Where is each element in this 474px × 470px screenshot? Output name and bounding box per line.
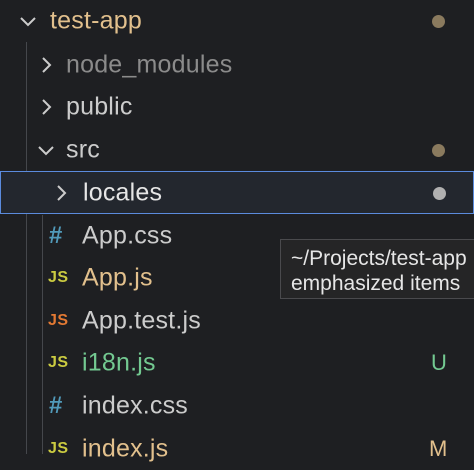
chevron-down-icon bbox=[18, 11, 38, 31]
css-file-icon: # bbox=[49, 392, 63, 419]
chevron-right-icon bbox=[36, 97, 56, 117]
js-file-icon: JS bbox=[48, 354, 69, 371]
tree-item-label: i18n.js bbox=[82, 348, 156, 377]
tree-item-label: index.js bbox=[82, 434, 169, 463]
tree-item-i18n-js[interactable]: JS i18n.js U bbox=[0, 342, 474, 384]
tree-item-label: node_modules bbox=[66, 50, 233, 79]
file-explorer-tree: test-app node_modules public src locales bbox=[0, 0, 474, 463]
modified-dot-icon bbox=[432, 15, 445, 28]
tooltip-description: emphasized items bbox=[291, 272, 461, 295]
tree-item-index-css[interactable]: # index.css bbox=[0, 385, 474, 427]
tree-item-label: App.test.js bbox=[82, 306, 201, 335]
dot-icon bbox=[433, 186, 446, 200]
tree-item-label: App.css bbox=[82, 221, 173, 250]
chevron-down-icon bbox=[36, 140, 56, 160]
tooltip-path: ~/Projects/test-app bbox=[291, 247, 467, 270]
tree-item-index-js[interactable]: JS index.js M bbox=[0, 428, 474, 470]
tree-item-label: public bbox=[66, 92, 133, 121]
tree-item-node-modules[interactable]: node_modules bbox=[0, 44, 474, 86]
tree-item-src[interactable]: src bbox=[0, 129, 474, 171]
explorer-root-label: test-app bbox=[50, 6, 142, 35]
tree-item-label: App.js bbox=[82, 263, 153, 292]
js-file-icon: JS bbox=[48, 440, 69, 457]
tree-item-label: locales bbox=[83, 178, 163, 206]
js-test-file-icon: JS bbox=[48, 312, 69, 329]
tree-item-app-test-js[interactable]: JS App.test.js bbox=[0, 300, 474, 342]
tree-item-label: src bbox=[66, 135, 100, 164]
modified-badge: M bbox=[429, 436, 448, 461]
modified-dot-icon bbox=[432, 144, 445, 157]
chevron-right-icon bbox=[36, 55, 56, 75]
untracked-badge: U bbox=[431, 350, 447, 375]
explorer-root-test-app[interactable]: test-app bbox=[0, 0, 474, 42]
chevron-right-icon bbox=[51, 183, 71, 203]
hover-tooltip: ~/Projects/test-app emphasized items bbox=[280, 239, 474, 299]
tree-item-public[interactable]: public bbox=[0, 86, 474, 128]
css-file-icon: # bbox=[49, 222, 63, 249]
tree-item-locales[interactable]: locales bbox=[0, 171, 474, 214]
js-file-icon: JS bbox=[48, 269, 69, 286]
tree-item-label: index.css bbox=[82, 391, 189, 420]
